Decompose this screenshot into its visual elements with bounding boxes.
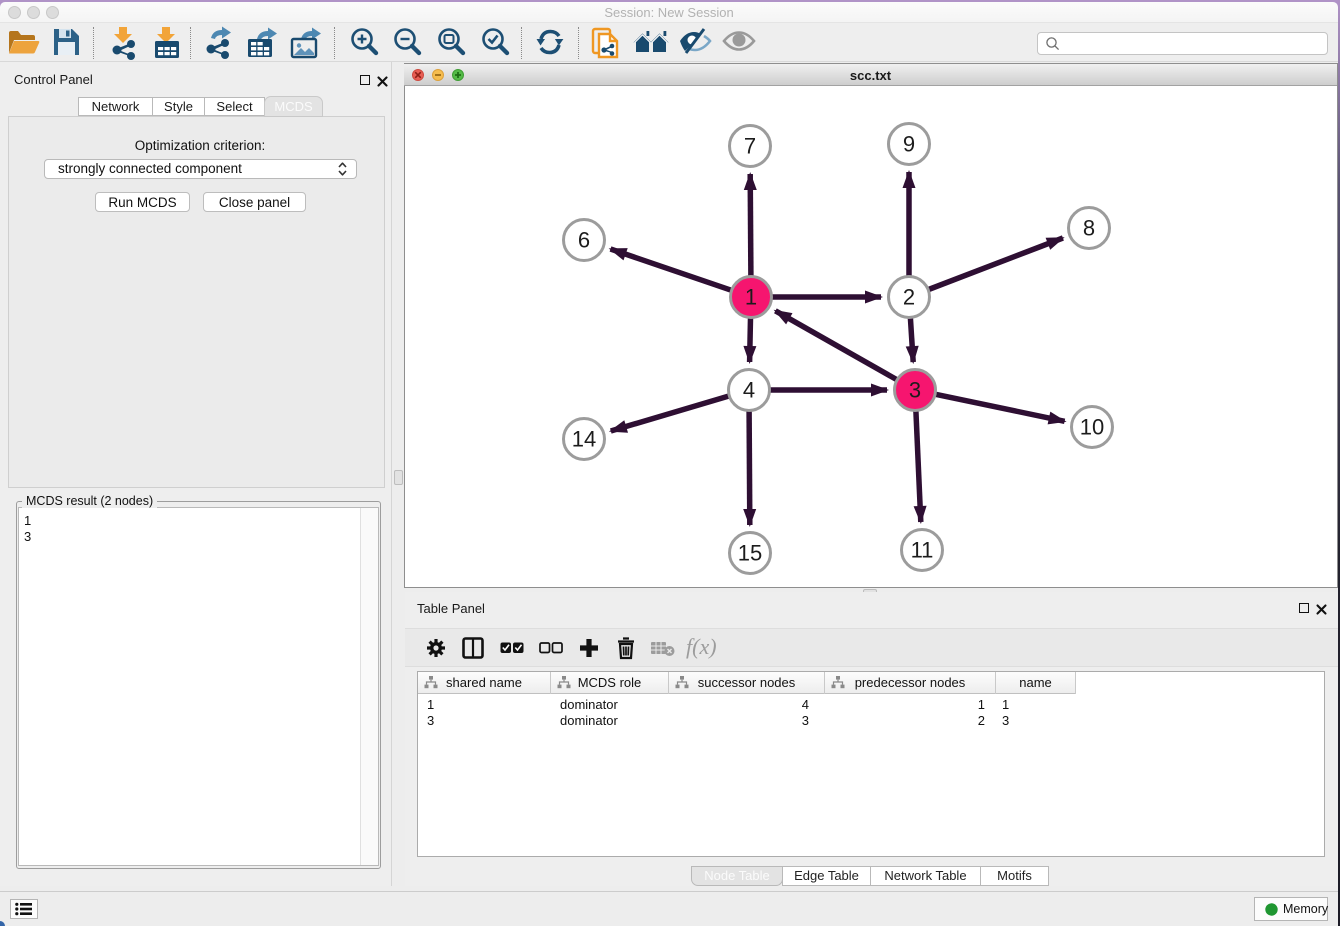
svg-text:6: 6 [578, 228, 590, 253]
svg-text:3: 3 [909, 378, 921, 403]
svg-text:2: 2 [903, 285, 915, 310]
svg-text:4: 4 [743, 378, 755, 403]
svg-text:1: 1 [745, 285, 757, 310]
svg-text:10: 10 [1080, 415, 1104, 440]
svg-text:15: 15 [738, 541, 762, 566]
svg-text:14: 14 [572, 427, 596, 452]
svg-text:8: 8 [1083, 216, 1095, 241]
svg-text:11: 11 [911, 538, 934, 563]
svg-text:7: 7 [744, 134, 756, 159]
svg-text:9: 9 [903, 132, 915, 157]
